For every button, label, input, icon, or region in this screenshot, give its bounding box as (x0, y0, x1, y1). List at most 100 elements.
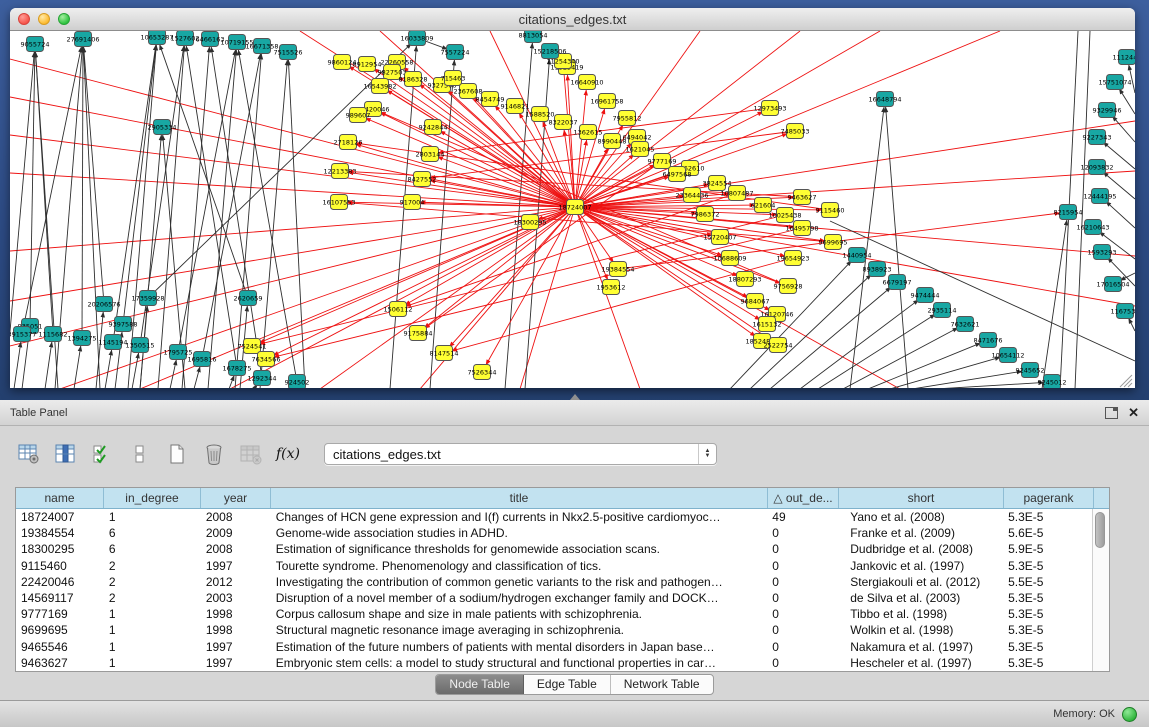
graph-node[interactable]: 27691406 (66, 32, 99, 47)
graph-node[interactable]: 17016504 (1096, 277, 1129, 292)
table-row[interactable]: 946362711997Embryonic stem cells: a mode… (16, 655, 1093, 671)
dropdown-stepper-icon[interactable]: ▲▼ (698, 444, 716, 464)
graph-node[interactable]: 17359928 (131, 291, 164, 306)
graph-node[interactable]: 9115460 (816, 203, 845, 218)
column-header-title[interactable]: title (271, 488, 768, 508)
table-scrollbar-thumb[interactable] (1095, 512, 1105, 548)
graph-node[interactable]: 1506112 (384, 302, 413, 317)
graph-node[interactable]: 1593293 (1088, 245, 1117, 260)
graph-node[interactable]: 2935114 (928, 303, 957, 318)
graph-node[interactable]: 10653287 (140, 31, 173, 45)
graph-node[interactable]: 10688609 (713, 251, 746, 266)
column-header-name[interactable]: name (16, 488, 104, 508)
graph-node[interactable]: 1953612 (597, 280, 626, 295)
column-header-in_degree[interactable]: in_degree (104, 488, 201, 508)
network-window[interactable]: citations_edges.txt 18724007986012489129… (10, 8, 1135, 388)
tab-node-table[interactable]: Node Table (436, 675, 524, 694)
rows-icon[interactable] (127, 442, 153, 466)
graph-node[interactable]: 12444195 (1083, 189, 1116, 204)
graph-node[interactable]: 7526344 (468, 365, 497, 380)
graph-node[interactable]: 9175884 (404, 326, 433, 341)
graph-node[interactable]: 15751074 (1098, 75, 1131, 90)
cell-year: 2003 (201, 591, 271, 605)
table-row[interactable]: 2242004622012Investigating the contribut… (16, 574, 1093, 590)
select-all-icon[interactable] (90, 442, 116, 466)
graph-node[interactable]: 9329946 (1093, 103, 1122, 118)
graph-node[interactable]: 9227343 (1083, 130, 1112, 145)
graph-node[interactable]: 7557224 (441, 45, 470, 60)
table-row[interactable]: 1872400712008Changes of HCN gene express… (16, 509, 1093, 525)
graph-node[interactable]: 19654923 (776, 251, 809, 266)
graph-node[interactable]: 1145194 (99, 335, 128, 350)
graph-edge (1112, 116, 1135, 142)
graph-node[interactable]: 1394275 (68, 331, 97, 346)
resize-grip[interactable] (1120, 375, 1132, 387)
graph-node[interactable]: 16961758 (590, 94, 623, 109)
graph-node[interactable]: 1678275 (223, 361, 252, 376)
table-select-dropdown[interactable]: citations_edges.txt ▲▼ (324, 443, 717, 465)
graph-node[interactable]: 12973493 (753, 101, 786, 116)
table-row[interactable]: 977716911998Corpus callosum shape and si… (16, 606, 1093, 622)
graph-node[interactable]: 8938923 (863, 262, 892, 277)
graph-node[interactable]: 9756928 (774, 279, 803, 294)
graph-node[interactable]: 7955812 (613, 111, 642, 126)
tab-network-table[interactable]: Network Table (611, 675, 713, 694)
graph-node[interactable]: 989607 (346, 108, 371, 123)
network-window-titlebar[interactable]: citations_edges.txt (10, 8, 1135, 31)
graph-node[interactable]: 3824554 (703, 176, 732, 191)
graph-node[interactable]: 924502 (285, 375, 310, 389)
column-header-year[interactable]: year (201, 488, 271, 508)
tab-edge-table[interactable]: Edge Table (524, 675, 611, 694)
graph-node[interactable]: 10654112 (991, 348, 1024, 363)
table-row[interactable]: 1456911722003Disruption of a novel membe… (16, 590, 1093, 606)
graph-node[interactable]: 8813054 (519, 31, 548, 43)
graph-node[interactable]: 7485033 (781, 124, 810, 139)
table-row[interactable]: 911546021997Tourette syndrome. Phenomeno… (16, 558, 1093, 574)
column-header-short[interactable]: short (839, 488, 1004, 508)
graph-node[interactable]: 1112447 (1113, 50, 1135, 65)
graph-node[interactable]: 1350515 (126, 338, 155, 353)
table-scrollbar[interactable] (1092, 509, 1109, 671)
column-header-pagerank[interactable]: pagerank (1004, 488, 1094, 508)
graph-node[interactable]: 2803144 (416, 147, 445, 162)
table-row[interactable]: 946554611997Estimation of the future num… (16, 639, 1093, 655)
graph-node[interactable]: 1167534 (1111, 304, 1135, 319)
graph-node[interactable]: 9699695 (819, 235, 848, 250)
table-settings-icon[interactable] (16, 442, 42, 466)
graph-node[interactable]: 2905334 (148, 120, 177, 135)
float-window-icon[interactable] (1105, 407, 1118, 419)
graph-node[interactable]: 8147514 (430, 346, 459, 361)
column-header-out_de[interactable]: △ out_de... (768, 488, 839, 508)
graph-node[interactable]: 9474444 (911, 288, 940, 303)
table-row[interactable]: 1830029562008Estimation of significance … (16, 541, 1093, 557)
graph-node[interactable]: 2718126 (334, 135, 363, 150)
graph-node[interactable]: 1292344 (248, 371, 277, 386)
graph-node[interactable]: 917004 (400, 195, 425, 210)
graph-node[interactable]: 16640910 (570, 75, 603, 90)
delete-icon[interactable] (201, 442, 227, 466)
graph-node[interactable]: 20206576 (87, 297, 120, 312)
graph-node[interactable]: 19384554 (601, 262, 634, 277)
graph-node[interactable]: 8215954 (1054, 205, 1083, 220)
memory-ok-indicator[interactable] (1122, 707, 1137, 722)
graph-node[interactable]: 6679197 (883, 275, 912, 290)
close-icon[interactable]: ✕ (1128, 408, 1139, 418)
function-icon[interactable]: f(x) (275, 442, 301, 466)
table-row[interactable]: 1938455462009Genome-wide association stu… (16, 525, 1093, 541)
graph-node[interactable]: 16033809 (400, 31, 433, 46)
table-row[interactable]: 969969511998Structural magnetic resonanc… (16, 622, 1093, 638)
graph-node[interactable]: 9245652 (1016, 363, 1045, 378)
network-canvas[interactable]: 1872400798601248912954222605589827503165… (10, 31, 1135, 388)
graph-node[interactable]: 16107553 (322, 195, 355, 210)
select-column-icon[interactable] (53, 442, 79, 466)
graph-node[interactable]: 9245012 (1038, 375, 1067, 389)
graph-node[interactable]: 2620659 (234, 291, 263, 306)
graph-node[interactable]: 16648794 (868, 92, 901, 107)
graph-node[interactable]: 8471676 (974, 333, 1003, 348)
graph-node[interactable]: 1115682 (39, 327, 68, 342)
graph-node[interactable]: 8427552 (408, 172, 437, 187)
graph-node[interactable]: 9055724 (21, 37, 50, 52)
graph-node[interactable]: 12213383 (323, 164, 356, 179)
new-document-icon[interactable] (164, 442, 190, 466)
graph-node[interactable]: 621604 (751, 198, 776, 213)
